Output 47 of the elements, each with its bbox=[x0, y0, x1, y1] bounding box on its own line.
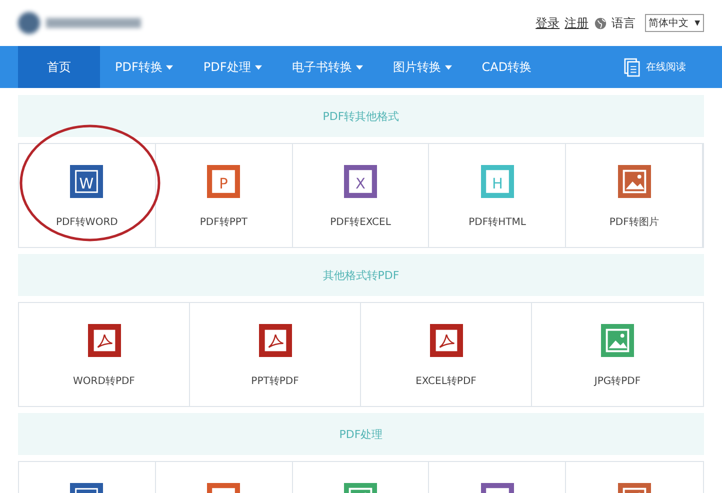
section-header: 其他格式转PDF bbox=[18, 254, 704, 296]
caret-icon bbox=[444, 64, 452, 70]
language-label: 语言 bbox=[612, 14, 636, 32]
logo-drawing[interactable] bbox=[18, 12, 141, 34]
document-letter-icon: H bbox=[480, 165, 514, 198]
pdf-file-icon bbox=[258, 324, 292, 357]
section-header: PDF处理 bbox=[18, 413, 704, 455]
tile-label: PDF转EXCEL bbox=[330, 216, 391, 229]
document-letter-icon: W bbox=[70, 165, 104, 198]
converter-tile[interactable]: PDF转图片 bbox=[566, 144, 703, 247]
caret-icon bbox=[166, 64, 174, 70]
nav-tab[interactable]: 图片转换 bbox=[378, 46, 467, 88]
tile-label: PPT转PDF bbox=[251, 375, 299, 388]
tile-label: PDF转PPT bbox=[200, 216, 248, 229]
header-link[interactable]: 登录 bbox=[536, 14, 560, 32]
nav-tab[interactable]: PDF处理 bbox=[188, 46, 277, 88]
nav-tab[interactable]: 电子书转换 bbox=[276, 46, 378, 88]
globe-icon bbox=[594, 16, 607, 30]
nav-tab[interactable]: 首页 bbox=[18, 46, 100, 88]
nav-tab[interactable]: PDF转换 bbox=[100, 46, 188, 88]
section-header: PDF转其他格式 bbox=[18, 95, 704, 137]
converter-tile[interactable]: PPT转PDF bbox=[190, 303, 361, 406]
online-read-button[interactable]: 在线阅读 bbox=[618, 46, 692, 88]
converter-tile[interactable]: WORD转PDF bbox=[19, 303, 190, 406]
tile-label: JPG转PDF bbox=[594, 375, 641, 388]
tile-label: WORD转PDF bbox=[73, 375, 135, 388]
caret-icon bbox=[356, 64, 363, 70]
tile-label: EXCEL转PDF bbox=[416, 375, 476, 388]
converter-tile[interactable]: P PDF转PPT bbox=[156, 144, 293, 247]
converter-tile[interactable]: JPG转PDF bbox=[532, 303, 703, 406]
converter-tile[interactable]: EXCEL转PDF bbox=[361, 303, 532, 406]
tile-label: PDF转HTML bbox=[468, 216, 526, 229]
header-link[interactable]: 注册 bbox=[564, 14, 589, 32]
converter-tile[interactable]: X PDF转EXCEL bbox=[292, 144, 430, 247]
document-letter-icon: P bbox=[207, 165, 240, 198]
converter-tile[interactable]: W PDF转WORD bbox=[19, 144, 156, 247]
nav-tab[interactable]: CAD转换 bbox=[466, 46, 547, 88]
pdf-file-icon bbox=[430, 324, 462, 357]
image-file-icon bbox=[601, 324, 634, 357]
pdf-file-icon bbox=[88, 324, 120, 357]
image-file-icon bbox=[618, 165, 651, 198]
caret-icon bbox=[254, 64, 262, 70]
document-icon bbox=[624, 58, 641, 76]
converter-tile[interactable]: H PDF转HTML bbox=[429, 144, 566, 247]
tile-label: PDF转WORD bbox=[56, 216, 118, 229]
tile-label: PDF转图片 bbox=[609, 216, 659, 229]
document-letter-icon: X bbox=[344, 165, 377, 198]
